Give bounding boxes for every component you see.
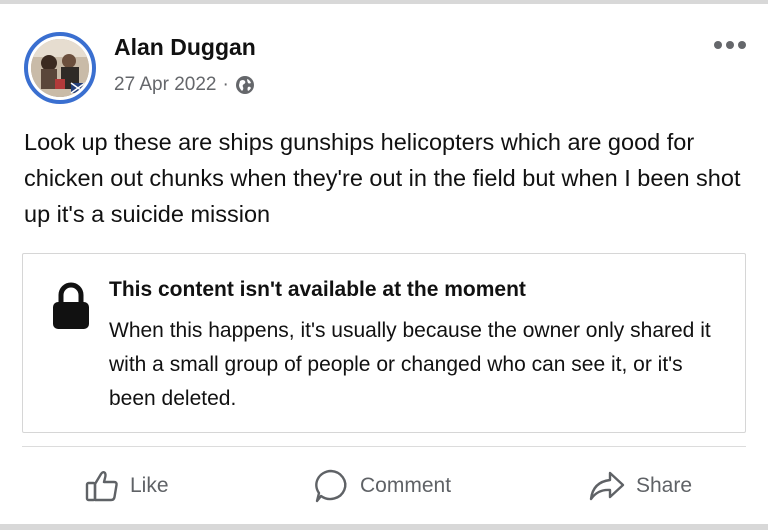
comment-button[interactable]: Comment bbox=[312, 464, 451, 508]
share-arrow-icon bbox=[589, 471, 625, 501]
unavailable-content-box[interactable]: This content isn't available at the mome… bbox=[22, 253, 746, 433]
bottom-edge bbox=[0, 524, 768, 530]
avatar-image bbox=[31, 39, 89, 97]
unavailable-title: This content isn't available at the mome… bbox=[109, 278, 526, 301]
comment-label: Comment bbox=[360, 474, 452, 497]
globe-icon[interactable] bbox=[235, 75, 255, 95]
lock-icon bbox=[53, 282, 89, 329]
thumbs-up-icon bbox=[85, 471, 118, 502]
post-text: Look up these are ships gunships helicop… bbox=[24, 129, 741, 227]
meta-separator: · bbox=[222, 74, 229, 95]
post-meta: 27 Apr 2022 · bbox=[114, 74, 255, 96]
post-date[interactable]: 27 Apr 2022 bbox=[114, 74, 216, 96]
like-button[interactable]: Like bbox=[84, 464, 169, 508]
share-label: Share bbox=[636, 474, 693, 497]
post-card: Alan Duggan 27 Apr 2022 · Look up these … bbox=[0, 4, 768, 524]
like-label: Like bbox=[130, 474, 169, 497]
avatar-photo bbox=[31, 39, 89, 97]
author-avatar[interactable] bbox=[24, 32, 96, 104]
unavailable-message: When this happens, it's usually because … bbox=[109, 319, 711, 410]
share-button[interactable]: Share bbox=[588, 464, 692, 508]
more-options-icon[interactable] bbox=[712, 38, 748, 52]
comment-icon bbox=[315, 469, 347, 503]
author-name[interactable]: Alan Duggan bbox=[114, 34, 256, 61]
action-divider bbox=[22, 446, 746, 447]
